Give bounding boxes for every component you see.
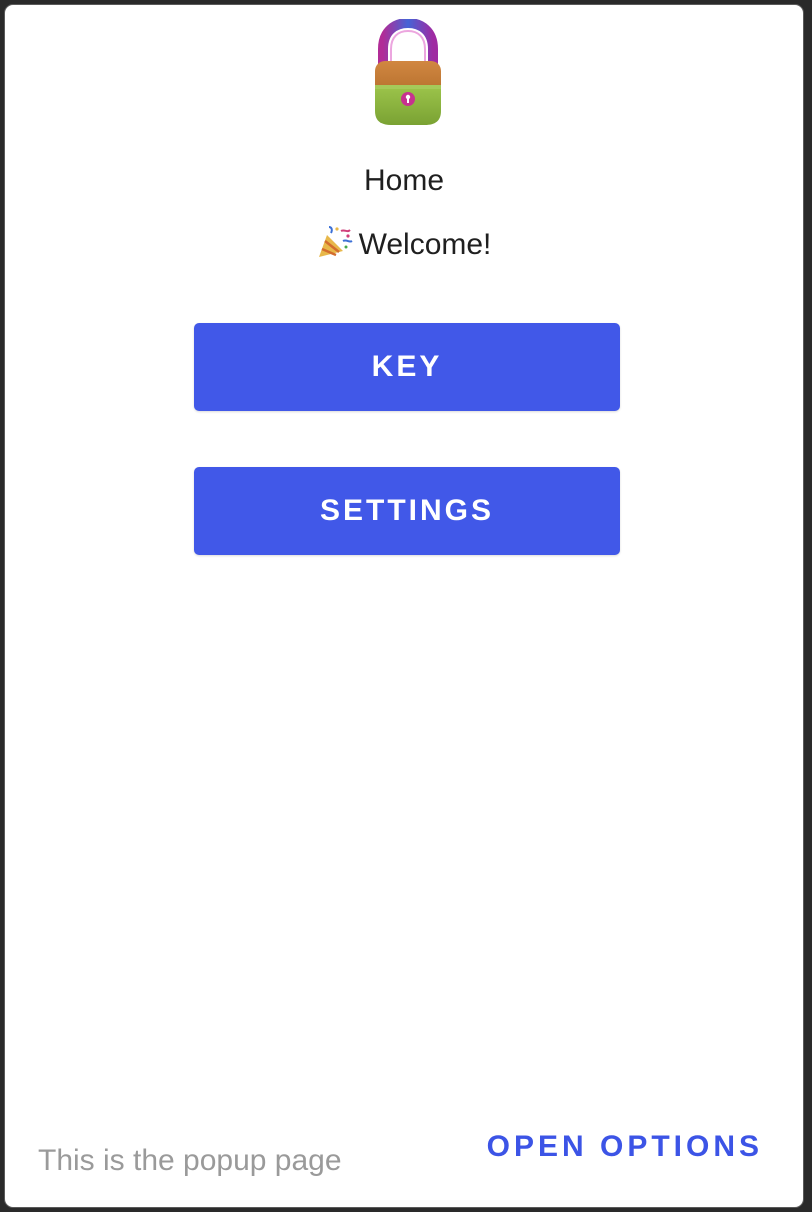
welcome-text: Welcome! [358, 228, 492, 261]
page-title: Home [363, 164, 445, 197]
popup-window: Home Welcome! KEY SETTINGS This is the p… [4, 4, 804, 1208]
popup-description: This is the popup page [38, 1144, 342, 1177]
welcome-message: Welcome! [5, 225, 803, 265]
padlock-icon [375, 19, 441, 125]
key-button[interactable]: KEY [194, 323, 620, 411]
settings-button[interactable]: SETTINGS [194, 467, 620, 555]
open-options-link[interactable]: OPEN OPTIONS [487, 1127, 763, 1167]
party-popper-icon [318, 226, 353, 257]
